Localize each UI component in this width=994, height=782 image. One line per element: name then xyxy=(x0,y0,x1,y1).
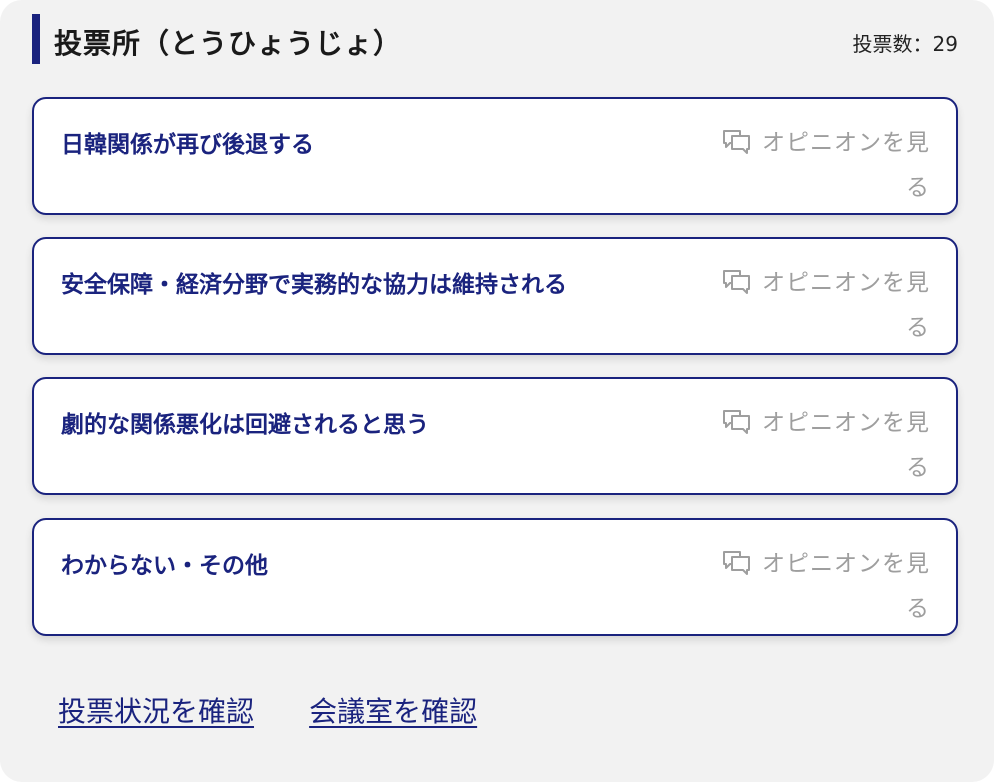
voting-panel: 投票所（とうひょうじょ） 投票数：29 日韓関係が再び後退する オピニオンを見る… xyxy=(0,0,994,782)
view-vote-status-link[interactable]: 投票状況を確認 xyxy=(58,690,254,730)
view-opinions-link[interactable]: オピニオンを見る xyxy=(700,263,930,348)
chat-bubbles-icon xyxy=(722,128,752,168)
view-opinions-label: オピニオンを見る xyxy=(762,130,930,201)
chat-bubbles-icon xyxy=(722,268,752,308)
view-opinions-link[interactable]: オピニオンを見る xyxy=(700,403,930,488)
chat-bubbles-icon xyxy=(722,549,752,589)
view-opinions-link[interactable]: オピニオンを見る xyxy=(700,544,930,629)
vote-option-1[interactable]: 日韓関係が再び後退する オピニオンを見る xyxy=(32,97,958,215)
view-opinions-label: オピニオンを見る xyxy=(762,551,930,622)
view-meeting-room-link[interactable]: 会議室を確認 xyxy=(309,690,477,730)
vote-option-label: 日韓関係が再び後退する xyxy=(61,132,314,158)
page-title: 投票所（とうひょうじょ） xyxy=(54,27,403,60)
vote-option-label: わからない・その他 xyxy=(61,553,268,579)
view-opinions-label: オピニオンを見る xyxy=(762,270,930,341)
vote-count: 投票数：29 xyxy=(852,32,958,56)
vote-option-label: 安全保障・経済分野で実務的な協力は維持される xyxy=(61,272,567,298)
footer-links: 投票状況を確認 会議室を確認 xyxy=(58,690,527,730)
view-opinions-link[interactable]: オピニオンを見る xyxy=(700,123,930,208)
vote-option-3[interactable]: 劇的な関係悪化は回避されると思う オピニオンを見る xyxy=(32,377,958,495)
chat-bubbles-icon xyxy=(722,408,752,448)
vote-option-4[interactable]: わからない・その他 オピニオンを見る xyxy=(32,518,958,636)
vote-option-2[interactable]: 安全保障・経済分野で実務的な協力は維持される オピニオンを見る xyxy=(32,237,958,355)
view-opinions-label: オピニオンを見る xyxy=(762,410,930,481)
panel-header: 投票所（とうひょうじょ） 投票数：29 xyxy=(32,14,958,66)
vote-option-label: 劇的な関係悪化は回避されると思う xyxy=(61,412,429,438)
header-accent-bar xyxy=(32,14,40,64)
